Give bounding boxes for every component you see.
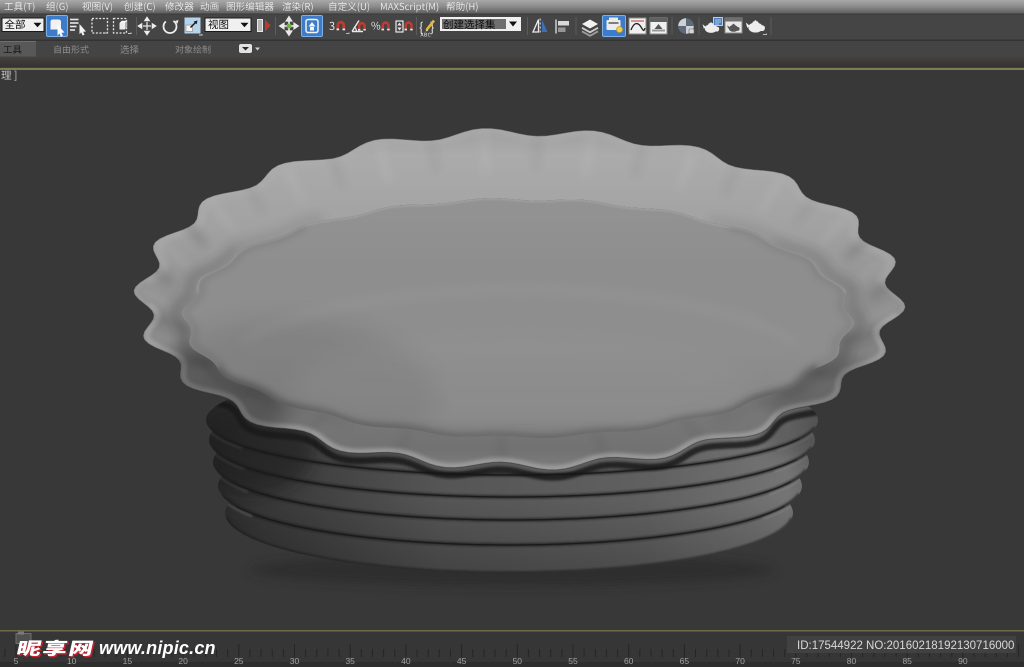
svg-text:60: 60: [624, 656, 634, 666]
svg-text:5: 5: [14, 656, 19, 666]
svg-text:55: 55: [568, 656, 578, 666]
svg-text:30: 30: [290, 656, 300, 666]
svg-text:45: 45: [457, 656, 467, 666]
svg-text:10: 10: [67, 656, 77, 666]
svg-text:35: 35: [345, 656, 355, 666]
svg-text:50: 50: [513, 656, 523, 666]
svg-text:www.nipic.cn: www.nipic.cn: [99, 638, 216, 658]
svg-text:ID:17544922 NO:201602181921307: ID:17544922 NO:20160218192130716000: [797, 640, 1014, 652]
svg-text:40: 40: [401, 656, 411, 666]
svg-text:90: 90: [958, 656, 968, 666]
svg-text:85: 85: [902, 656, 912, 666]
svg-text:25: 25: [234, 656, 244, 666]
svg-text:65: 65: [680, 656, 690, 666]
svg-text:70: 70: [735, 656, 745, 666]
svg-text:80: 80: [847, 656, 857, 666]
svg-text:75: 75: [791, 656, 801, 666]
